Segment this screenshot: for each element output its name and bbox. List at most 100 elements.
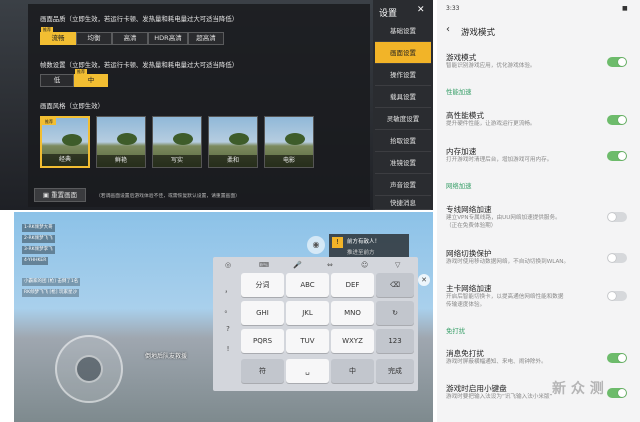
style-movie[interactable]: 电影 [264,116,314,168]
key-tuv[interactable]: TUV [286,329,329,353]
toggle-switch[interactable] [607,57,627,67]
menu-pickup[interactable]: 拾取设置 [375,130,431,152]
alert-sub: 推进至前方 [347,250,375,256]
reset-graphics-button[interactable]: ▣ 重置画面 [34,188,86,202]
punct-question[interactable]: ? [218,325,238,333]
teammate-4: 4-YHHKER [22,257,49,265]
setting-desc: 游戏时要把输入法设为“讯飞输入法小米版” [446,394,553,400]
quality-option-hd[interactable]: 高清 [112,32,148,45]
punct-comma[interactable]: ， [218,285,238,295]
punct-exclaim[interactable]: ! [218,345,238,353]
emoji-icon[interactable]: ☺ [361,261,368,269]
kill-feed-2: RK倾梦飞飞 [枪] 玩家星沙 [22,289,79,297]
joystick-knob[interactable] [75,355,103,383]
key-ghi[interactable]: GHI [241,301,284,325]
setting-desc: 游戏时使用移动数据网络，不自动切换到WLAN。 [446,259,570,265]
footer-note: （若调画面设置后游戏体验不佳，或需恢复默认设置，请重置画面） [96,194,240,199]
tree-image [229,133,249,145]
enemy-alert: ! 前方有敌人！ 推进至前方 [329,234,409,258]
ingame-keyboard-screenshot: 1-RK倾梦大哥 2-RK倾梦飞飞 3-RK倾梦李飞 4-YHHKER 小霸家的… [0,212,433,422]
keyboard-logo-icon[interactable]: ◎ [225,261,231,269]
menu-audio[interactable]: 声音设置 [375,174,431,196]
movement-joystick[interactable] [55,335,123,403]
close-icon[interactable]: ✕ [417,5,425,15]
backspace-key[interactable]: ⌫ [376,273,414,297]
menu-vehicle[interactable]: 载具设置 [375,86,431,108]
repeat-key[interactable]: ↻ [376,301,414,325]
collapse-icon[interactable]: ▽ [395,261,400,269]
key-jkl[interactable]: JKL [286,301,329,325]
toggle-switch[interactable] [607,212,627,222]
toggle-switch[interactable] [607,151,627,161]
setting-high-performance[interactable]: 高性能模式 提升硬件性能，让游戏运行更流畅。 [437,110,640,136]
quality-option-hdr[interactable]: HDR高清 [148,32,188,45]
setting-primary-sim-boost[interactable]: 主卡网络加速 开启后智能切换卡，以提高通信网络性能和数据 传输速度体验。 [437,283,640,315]
chinese-key[interactable]: 中 [331,359,374,383]
space-key[interactable]: ␣ [286,359,329,383]
style-realistic[interactable]: 写实 [152,116,202,168]
toggle-switch[interactable] [607,388,627,398]
key-pqrs[interactable]: PQRS [241,329,284,353]
setting-desc-2: （正在免费体验期） [446,223,497,229]
toggle-switch[interactable] [607,253,627,263]
setting-message-dnd[interactable]: 消息免打扰 游戏时屏蔽横幅通知、来电、闹钟除外。 [437,348,640,374]
quality-option-ultra[interactable]: 超高清 [188,32,224,45]
quality-option-smooth[interactable]: 推荐 流畅 [40,27,76,45]
tree-image [117,133,137,145]
key-def[interactable]: DEF [331,273,374,297]
close-keyboard-icon[interactable]: ✕ [418,274,430,286]
toggle-switch[interactable] [607,353,627,363]
alert-icon: ! [332,237,343,248]
fps-option-low[interactable]: 低 [40,74,74,87]
settings-title: 设置 [379,9,398,19]
quality-label: 画面品质（立即生效，若运行卡顿、发热量和耗电量过大可适当降低） [40,15,239,23]
quality-option-balanced[interactable]: 均衡 [76,32,112,45]
setting-desc: 建立VPN专属线路，由UU网络加速提供服务。 [446,215,561,221]
fps-option-medium[interactable]: 推荐中 [74,69,108,87]
menu-scope[interactable]: 准镜设置 [375,152,431,174]
key-mno[interactable]: MNO [331,301,374,325]
keyboard-layout-icon[interactable]: ⌨ [259,261,269,269]
style-soft[interactable]: 柔和 [208,116,258,168]
setting-network-protect[interactable]: 网络切换保护 游戏时使用移动数据网络，不自动切换到WLAN。 [437,248,640,274]
symbols-key[interactable]: 符 [241,359,284,383]
setting-memory-boost[interactable]: 内存加速 打开游戏时清理后台，增加游戏可用内存。 [437,146,640,172]
toggle-switch[interactable] [607,115,627,125]
fps-label: 帧数设置（立即生效，若运行卡顿、发热量和耗电量过大可适当降低） [40,61,239,69]
menu-graphics[interactable]: 画面设置 [375,42,431,64]
punct-period[interactable]: 。 [218,305,238,315]
cursor-move-icon[interactable]: ⇔ [327,261,333,269]
section-performance: 性能加速 [446,88,472,96]
left-border [0,212,14,422]
map-pin-icon[interactable]: ◉ [307,236,325,254]
setting-ingame-keyboard[interactable]: 游戏时启用小键盘 游戏时要把输入法设为“讯飞输入法小米版” [437,383,640,409]
menu-basic[interactable]: 基础设置 [375,20,431,42]
settings-panel: 画面品质（立即生效，若运行卡顿、发热量和耗电量过大可适当降低） 推荐 流畅 均衡 … [28,4,370,207]
numbers-key[interactable]: 123 [376,329,414,353]
game-graphics-settings-screenshot: 画面品质（立即生效，若运行卡顿、发热量和耗电量过大可适当降低） 推荐 流畅 均衡 … [0,0,433,210]
key-abc[interactable]: ABC [286,273,329,297]
menu-controls[interactable]: 操作设置 [375,64,431,86]
microphone-icon[interactable]: 🎤 [293,261,302,269]
phone-game-mode-settings: 3:33 ■ ‹ 游戏模式 游戏模式 智能识别游戏应用，优化游戏体验。 性能加速… [437,0,640,422]
key-wxyz[interactable]: WXYZ [331,329,374,353]
key-segment[interactable]: 分词 [241,273,284,297]
section-dnd: 免打扰 [446,327,466,335]
setting-desc: 智能识别游戏应用，优化游戏体验。 [446,63,536,69]
setting-title: 主卡网络加速 [446,284,492,293]
style-vivid[interactable]: 鲜艳 [96,116,146,168]
setting-game-mode[interactable]: 游戏模式 智能识别游戏应用，优化游戏体验。 [437,52,640,78]
setting-title: 游戏模式 [446,53,477,62]
back-arrow-icon[interactable]: ‹ [446,24,450,35]
menu-sensitivity[interactable]: 灵敏度设置 [375,108,431,130]
alert-title: 前方有敌人！ [347,239,381,245]
page-title: 游戏模式 [461,28,496,38]
setting-title: 专线网络加速 [446,205,492,214]
status-time: 3:33 [446,5,460,12]
menu-quick-msg[interactable]: 快捷消息 [375,196,431,210]
setting-vpn-boost[interactable]: 专线网络加速 建立VPN专属线路，由UU网络加速提供服务。 （正在免费体验期） [437,204,640,236]
done-key[interactable]: 完成 [376,359,414,383]
style-label: 画面风格（立即生效） [40,102,104,110]
toggle-switch[interactable] [607,291,627,301]
style-classic[interactable]: 经典 推荐 [40,116,90,168]
